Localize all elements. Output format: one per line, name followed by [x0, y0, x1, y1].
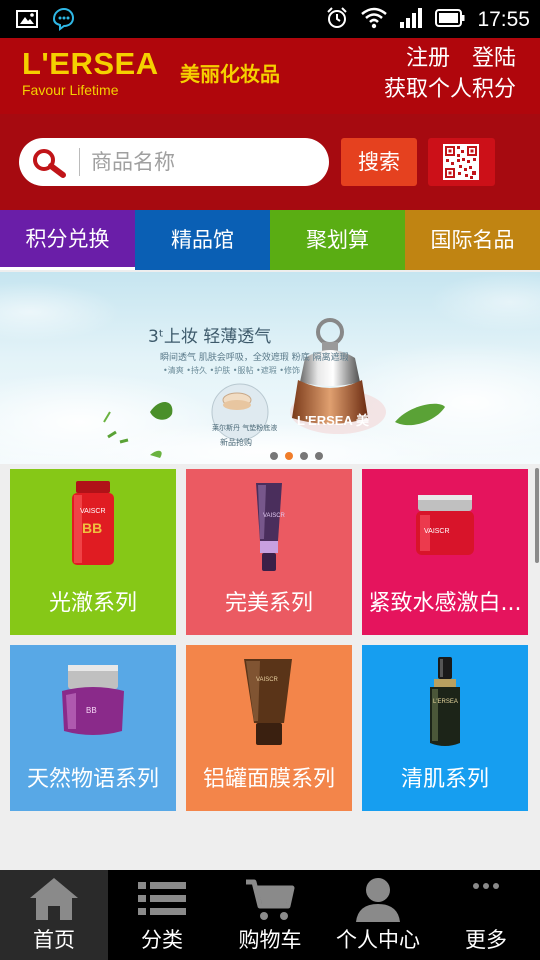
scrollbar[interactable] [535, 468, 539, 563]
svg-text:BB: BB [86, 706, 97, 715]
nav-label: 首页 [33, 928, 75, 952]
brand-name: L'ERSEA [22, 46, 159, 81]
banner-subtitle: 瞬间透气 肌肤会呼吸，全效遮瑕 粉底 隔离遮瑕 [160, 353, 349, 363]
product-image: VAISCR [186, 481, 352, 573]
series-label: 清肌系列 [400, 767, 489, 792]
brand-logo[interactable]: L'ERSEA 美丽化妆品 Favour Lifetime [22, 46, 280, 98]
product-image: VAISCR BB [10, 481, 176, 573]
svg-text:VAISCR: VAISCR [424, 528, 450, 535]
wifi-icon [361, 7, 388, 33]
banner-features: •清爽 •持久 •护肤 •服帖 •遮瑕 •修饰 [163, 366, 301, 375]
banner-headline: 3ᵗ上妆 轻薄透气 [148, 327, 272, 347]
signal-icon [399, 7, 423, 33]
carousel-dot[interactable] [315, 452, 323, 460]
cart-icon [244, 876, 296, 922]
bottom-navigation: 首页 分类 购物车 个人中心 更多 [0, 870, 540, 960]
tab-boutique[interactable]: 精品馆 [135, 210, 270, 270]
app-header: L'ERSEA 美丽化妆品 Favour Lifetime 注册 登陆 获取个人… [0, 38, 540, 114]
nav-label: 个人中心 [336, 928, 420, 952]
series-label: 天然物语系列 [26, 767, 159, 792]
battery-icon [435, 8, 465, 32]
series-tile-guangche[interactable]: VAISCR BB 光澈系列 [10, 469, 176, 635]
product-image: VAISCR [186, 657, 352, 749]
banner-product-caption: 莱尔斯丹 气垫粉底液 [212, 424, 278, 432]
carousel-dot[interactable] [300, 452, 308, 460]
search-button[interactable]: 搜索 [341, 138, 417, 186]
svg-text:VAISCR: VAISCR [80, 508, 106, 515]
tab-points-exchange[interactable]: 积分兑换 [0, 210, 135, 270]
nav-label: 分类 [141, 928, 183, 952]
series-tile-jinzhi[interactable]: VAISCR 紧致水感激白... [362, 469, 528, 635]
series-label: 紧致水感激白... [368, 591, 522, 616]
svg-text:BB: BB [82, 520, 102, 536]
more-icon [460, 876, 512, 922]
search-icon [31, 148, 67, 178]
search-divider [79, 148, 80, 176]
alarm-icon [325, 6, 349, 34]
search-input[interactable] [91, 146, 316, 178]
nav-profile[interactable]: 个人中心 [324, 870, 432, 960]
promo-banner[interactable]: 3ᵗ上妆 轻薄透气 瞬间透气 肌肤会呼吸，全效遮瑕 粉底 隔离遮瑕 •清爽 •持… [0, 272, 540, 464]
series-tile-lvguan[interactable]: VAISCR 铝罐面膜系列 [186, 645, 352, 811]
chat-notification-icon [50, 7, 76, 35]
product-image: BB [10, 657, 176, 749]
carousel-dot[interactable] [285, 452, 293, 460]
nav-cart[interactable]: 购物车 [216, 870, 324, 960]
series-label: 完美系列 [224, 591, 313, 616]
carousel-dot[interactable] [270, 452, 278, 460]
series-label: 铝罐面膜系列 [202, 767, 335, 792]
banner-brand: L'ERSEA 美 [297, 413, 369, 428]
clock-time: 17:55 [477, 8, 530, 31]
user-icon [352, 876, 404, 922]
brand-tagline: Favour Lifetime [22, 82, 119, 98]
home-icon [28, 876, 80, 922]
series-tile-wanmei[interactable]: VAISCR 完美系列 [186, 469, 352, 635]
banner-new-tag: 新品抢购 [220, 438, 252, 447]
svg-text:VAISCR: VAISCR [256, 677, 279, 683]
image-notification-icon [16, 9, 38, 33]
series-tile-tianran[interactable]: BB 天然物语系列 [10, 645, 176, 811]
product-image: L'ERSEA [362, 657, 528, 749]
tab-group-deals[interactable]: 聚划算 [270, 210, 405, 270]
nav-home[interactable]: 首页 [0, 870, 108, 960]
qr-scan-button[interactable] [428, 138, 495, 186]
search-bar: 搜索 [0, 114, 540, 210]
account-links: 注册 登陆 获取个人积分 [384, 44, 516, 106]
carousel-dots [270, 452, 323, 460]
login-link[interactable]: 登陆 [472, 44, 516, 74]
app-screen: 17:55 L'ERSEA 美丽化妆品 Favour Lifetime 注册 登… [0, 0, 540, 960]
nav-more[interactable]: 更多 [432, 870, 540, 960]
series-tile-qingji[interactable]: L'ERSEA 清肌系列 [362, 645, 528, 811]
list-icon [136, 876, 188, 922]
get-points-link[interactable]: 获取个人积分 [384, 77, 516, 102]
product-image: VAISCR [362, 481, 528, 573]
nav-label: 更多 [465, 928, 507, 952]
svg-text:VAISCR: VAISCR [263, 513, 286, 519]
category-nav-tabs: 积分兑换 精品馆 聚划算 国际名品 [0, 210, 540, 270]
search-box[interactable] [19, 138, 329, 186]
series-label: 光澈系列 [48, 591, 137, 616]
svg-text:L'ERSEA: L'ERSEA [433, 699, 458, 705]
status-bar: 17:55 [0, 0, 540, 38]
tab-international-brands[interactable]: 国际名品 [405, 210, 540, 270]
register-link[interactable]: 注册 [406, 44, 450, 74]
nav-categories[interactable]: 分类 [108, 870, 216, 960]
brand-name-cn: 美丽化妆品 [180, 62, 280, 86]
nav-label: 购物车 [238, 928, 302, 952]
